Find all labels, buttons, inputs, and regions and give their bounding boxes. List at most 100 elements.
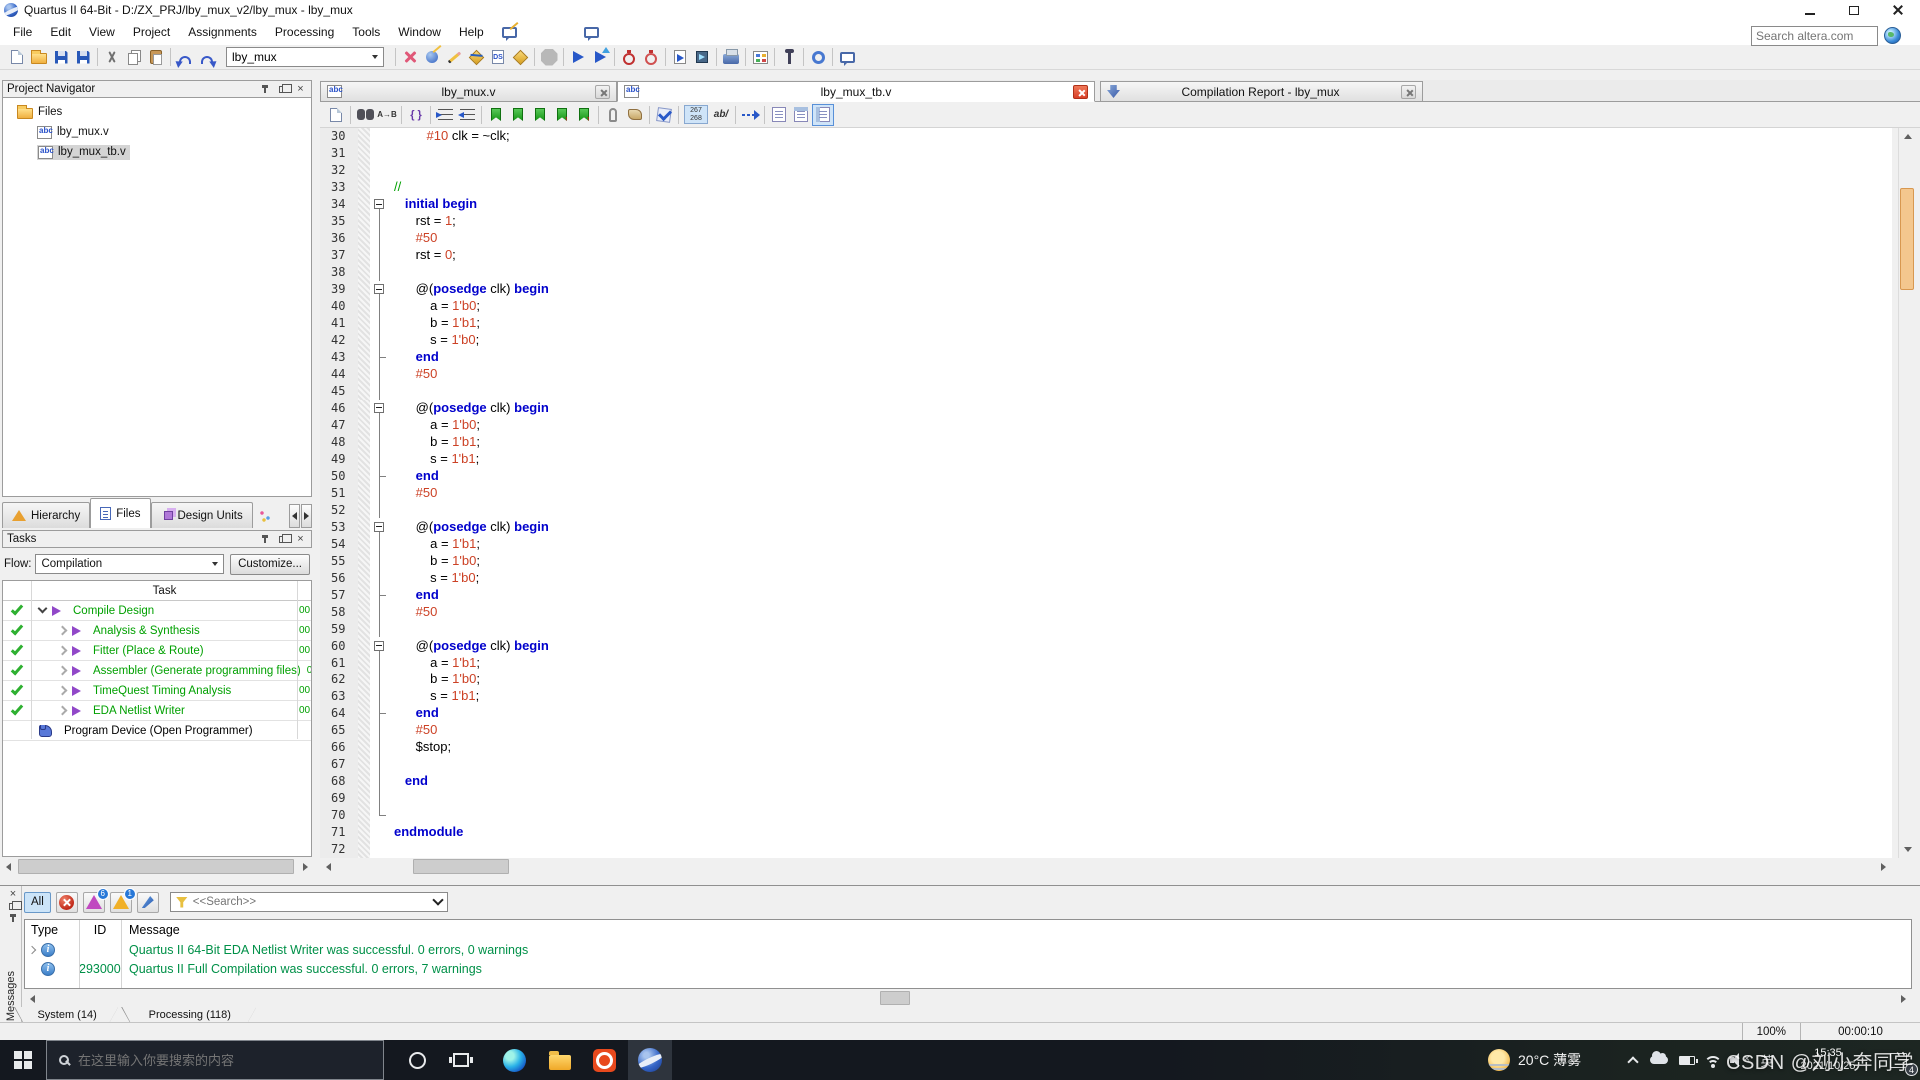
code-line[interactable]: 58 #50	[320, 603, 1892, 621]
code-line[interactable]: 44 #50	[320, 365, 1892, 383]
copy-icon[interactable]	[123, 46, 145, 68]
code-line[interactable]: 42 s = 1'b0;	[320, 331, 1892, 349]
close-button[interactable]	[1876, 0, 1920, 20]
chevron-collapsed-icon[interactable]	[57, 685, 68, 696]
bookmark-clear-all-icon[interactable]	[573, 104, 595, 126]
menu-view[interactable]: View	[80, 21, 124, 43]
open-file-icon[interactable]	[28, 46, 50, 68]
file-options-icon[interactable]	[325, 104, 347, 126]
messages-hscrollbar[interactable]	[24, 990, 1912, 1007]
scroll-down-icon[interactable]	[1899, 841, 1916, 858]
task-row[interactable]: Assembler (Generate programming files) 00	[3, 661, 311, 681]
web-search-input[interactable]	[1752, 29, 1877, 43]
task-row[interactable]: Analysis & Synthesis 00	[3, 621, 311, 641]
syntax-check-icon[interactable]	[653, 104, 675, 126]
scroll-right-icon[interactable]	[297, 858, 314, 875]
messages-tab-1[interactable]: System (14)	[14, 1007, 118, 1023]
outline-list-icon[interactable]	[812, 103, 834, 126]
outline-full-icon[interactable]	[768, 104, 790, 126]
code-line[interactable]: 56 s = 1'b0;	[320, 569, 1892, 587]
globe-icon[interactable]	[1884, 27, 1901, 44]
pin-icon[interactable]	[258, 533, 271, 545]
bookmark-prev-icon[interactable]	[529, 104, 551, 126]
scroll-left-icon[interactable]	[320, 858, 337, 875]
quartus-taskbar-button[interactable]	[628, 1040, 672, 1080]
code-line[interactable]: 63 s = 1'b1;	[320, 687, 1892, 705]
scroll-left-icon[interactable]	[0, 858, 17, 875]
code-line[interactable]: 46 @(posedge clk) begin	[320, 399, 1892, 417]
message-row[interactable]: i Quartus II 64-Bit EDA Netlist Writer wa…	[25, 940, 1911, 959]
editor-vscrollbar[interactable]	[1898, 128, 1916, 858]
flow-select[interactable]: Compilation	[35, 554, 225, 574]
code-line[interactable]: 48 b = 1'b1;	[320, 433, 1892, 451]
chevron-expanded-icon[interactable]	[37, 604, 48, 614]
outline-split-icon[interactable]	[790, 104, 812, 126]
line-counter-icon[interactable]: 267 268	[682, 104, 710, 126]
code-line[interactable]: 61 a = 1'b1;	[320, 654, 1892, 671]
clock[interactable]: 15:35 2021/10/25	[1782, 1040, 1874, 1080]
code-line[interactable]: 64 end	[320, 704, 1892, 722]
menu-file[interactable]: File	[4, 21, 41, 43]
fold-collapse-icon[interactable]	[374, 640, 384, 651]
taskbar-search-input[interactable]	[78, 1052, 358, 1068]
code-line[interactable]: 66 $stop;	[320, 738, 1892, 756]
fold-collapse-icon[interactable]	[374, 284, 384, 295]
dock-hscrollbar[interactable]	[0, 858, 314, 875]
code-line[interactable]: 33//	[320, 178, 1892, 196]
pin-assignments-icon[interactable]	[509, 46, 531, 68]
code-line[interactable]: 65 #50	[320, 721, 1892, 739]
filter-flag-button[interactable]	[136, 891, 159, 913]
programmer-icon[interactable]	[691, 46, 713, 68]
code-line[interactable]: 32	[320, 161, 1892, 179]
battery-button[interactable]	[1674, 1040, 1700, 1080]
code-line[interactable]: 54 a = 1'b1;	[320, 535, 1892, 553]
code-line[interactable]: 57 end	[320, 586, 1892, 604]
project-combo[interactable]: lby_mux	[226, 47, 384, 67]
code-line[interactable]: 41 b = 1'b1;	[320, 314, 1892, 332]
signaltap-icon[interactable]	[778, 46, 800, 68]
tab-hierarchy[interactable]: Hierarchy	[2, 502, 91, 528]
match-brace-icon[interactable]: { }	[405, 104, 427, 126]
code-line[interactable]: 36 #50	[320, 229, 1892, 247]
messages-window-icon[interactable]	[836, 46, 858, 68]
chevron-collapsed-icon[interactable]	[57, 625, 68, 636]
code-line[interactable]: 49 s = 1'b1;	[320, 450, 1892, 468]
notes-icon[interactable]	[499, 21, 521, 43]
expand-icon[interactable]	[27, 945, 37, 954]
fold-collapse-icon[interactable]	[374, 521, 384, 532]
editor-hscrollbar[interactable]	[320, 858, 1892, 875]
help-system-icon[interactable]	[807, 46, 829, 68]
chip-planner-icon[interactable]	[720, 46, 742, 68]
network-button[interactable]	[1700, 1040, 1726, 1080]
volume-button[interactable]: ×	[1726, 1040, 1754, 1080]
code-line[interactable]: 60 @(posedge clk) begin	[320, 637, 1892, 655]
stop-processing-icon[interactable]	[538, 46, 560, 68]
replace-icon[interactable]: A→B	[376, 104, 398, 126]
bookmark-clear-icon[interactable]	[551, 104, 573, 126]
code-line[interactable]: 55 b = 1'b0;	[320, 552, 1892, 570]
macro-icon[interactable]	[624, 104, 646, 126]
save-all-icon[interactable]	[72, 46, 94, 68]
messages-tab-2[interactable]: Processing (118)	[121, 1007, 256, 1023]
customize-button[interactable]: Customize...	[230, 553, 310, 575]
task-row[interactable]: Compile Design 00	[3, 601, 311, 621]
code-line[interactable]: 71 endmodule	[320, 823, 1892, 841]
code-line[interactable]: 39 @(posedge clk) begin	[320, 280, 1892, 298]
float-icon[interactable]	[276, 83, 292, 95]
maximize-button[interactable]	[1832, 0, 1876, 20]
code-line[interactable]: 37 rst = 0;	[320, 246, 1892, 264]
close-panel-icon[interactable]: ×	[7, 888, 20, 900]
fold-collapse-icon[interactable]	[374, 402, 384, 413]
code-editor[interactable]: 30 #10 clk = ~clk; 31 32 33//34 initial beg…	[320, 128, 1892, 858]
tab-scroll-right[interactable]	[301, 504, 312, 528]
editor-tab-2[interactable]: lby_mux_tb.v	[617, 81, 1095, 102]
menu-tools[interactable]: Tools	[343, 21, 389, 43]
new-file-icon[interactable]	[6, 46, 28, 68]
code-line[interactable]: 50 end	[320, 467, 1892, 485]
fold-collapse-icon[interactable]	[374, 199, 384, 210]
editor-tab-3[interactable]: Compilation Report - lby_mux	[1100, 81, 1423, 102]
hscroll-thumb[interactable]	[880, 991, 910, 1005]
menu-edit[interactable]: Edit	[41, 21, 80, 43]
task-row[interactable]: EDA Netlist Writer 00	[3, 701, 311, 721]
tab-files[interactable]: Files	[90, 498, 151, 528]
